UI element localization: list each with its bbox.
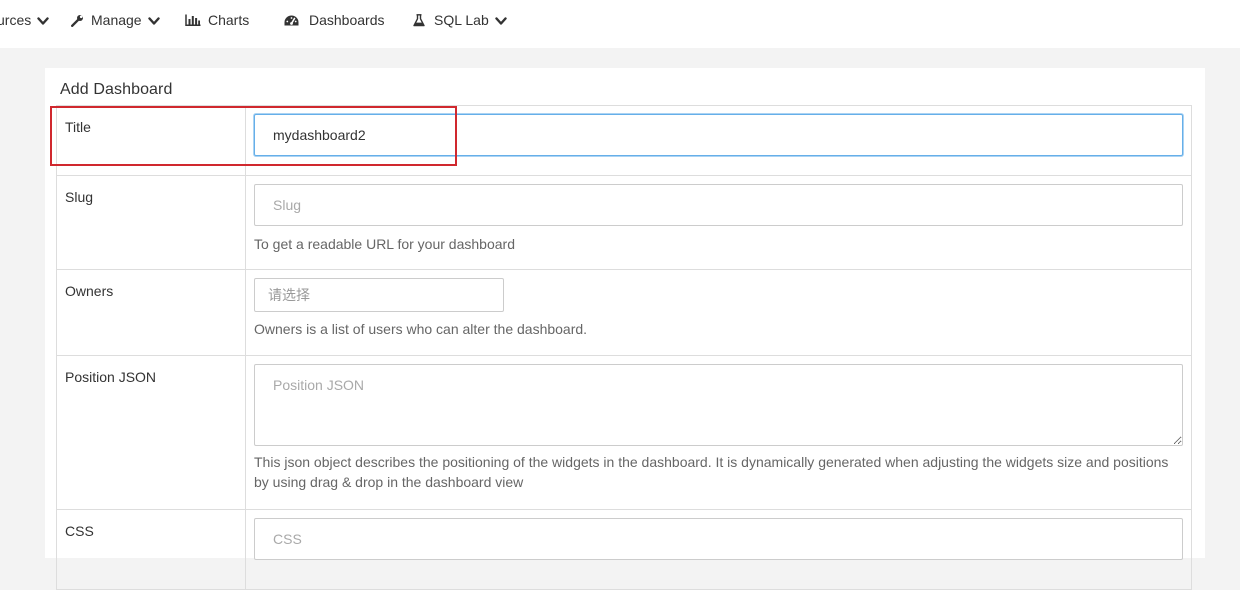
position-json-field-cell: This json object describes the positioni… (246, 356, 1191, 509)
slug-label: Slug (57, 176, 246, 269)
owners-field-cell: 请选择 Owners is a list of users who can al… (246, 270, 1191, 355)
flask-icon (413, 13, 425, 27)
nav-item-sql-lab[interactable]: SQL Lab (413, 0, 507, 40)
owners-select[interactable]: 请选择 (254, 278, 504, 312)
nav-item-label: Manage (91, 12, 142, 28)
dashboard-form: Title Slug To get a readable URL for you… (56, 105, 1192, 590)
slug-input[interactable] (254, 184, 1183, 226)
nav-item-charts[interactable]: Charts (185, 0, 249, 40)
form-row-title: Title (57, 106, 1191, 176)
bar-chart-icon (185, 14, 201, 26)
nav-item-dashboards[interactable]: Dashboards (284, 0, 385, 40)
slug-help-text: To get a readable URL for your dashboard (254, 236, 515, 252)
nav-item-manage[interactable]: Manage (71, 0, 160, 40)
title-label: Title (57, 106, 246, 175)
css-field-cell (246, 510, 1191, 589)
form-row-css: CSS (57, 510, 1191, 590)
position-json-help-text: This json object describes the positioni… (254, 454, 1169, 490)
chevron-down-icon (495, 17, 507, 26)
nav-item-label: urces (0, 12, 32, 28)
css-label: CSS (57, 510, 246, 589)
top-navbar: urces Manage Charts Dashboards SQL Lab (0, 0, 1240, 48)
css-input[interactable] (254, 518, 1183, 560)
position-json-label: Position JSON (57, 356, 246, 509)
title-input[interactable] (254, 114, 1183, 156)
chevron-down-icon (37, 17, 49, 26)
nav-item-label: Charts (208, 12, 250, 28)
form-row-owners: Owners 请选择 Owners is a list of users who… (57, 270, 1191, 356)
owners-help-text: Owners is a list of users who can alter … (254, 321, 588, 337)
slug-field-cell: To get a readable URL for your dashboard (246, 176, 1191, 269)
position-json-textarea[interactable] (254, 364, 1183, 446)
title-field-cell (246, 106, 1191, 175)
chevron-down-icon (147, 17, 160, 26)
nav-item-label: SQL Lab (434, 12, 489, 28)
nav-item-label: Dashboards (309, 12, 385, 28)
owners-select-placeholder: 请选择 (268, 287, 310, 303)
owners-label: Owners (57, 270, 246, 355)
dashboard-gauge-icon (284, 15, 299, 26)
panel-title: Add Dashboard (60, 81, 173, 98)
add-dashboard-panel: Add Dashboard Title Slug To get a readab… (45, 68, 1205, 590)
wrench-icon (71, 14, 84, 27)
form-row-position-json: Position JSON This json object describes… (57, 356, 1191, 510)
form-row-slug: Slug To get a readable URL for your dash… (57, 176, 1191, 270)
nav-item-sources[interactable]: urces (0, 0, 49, 40)
